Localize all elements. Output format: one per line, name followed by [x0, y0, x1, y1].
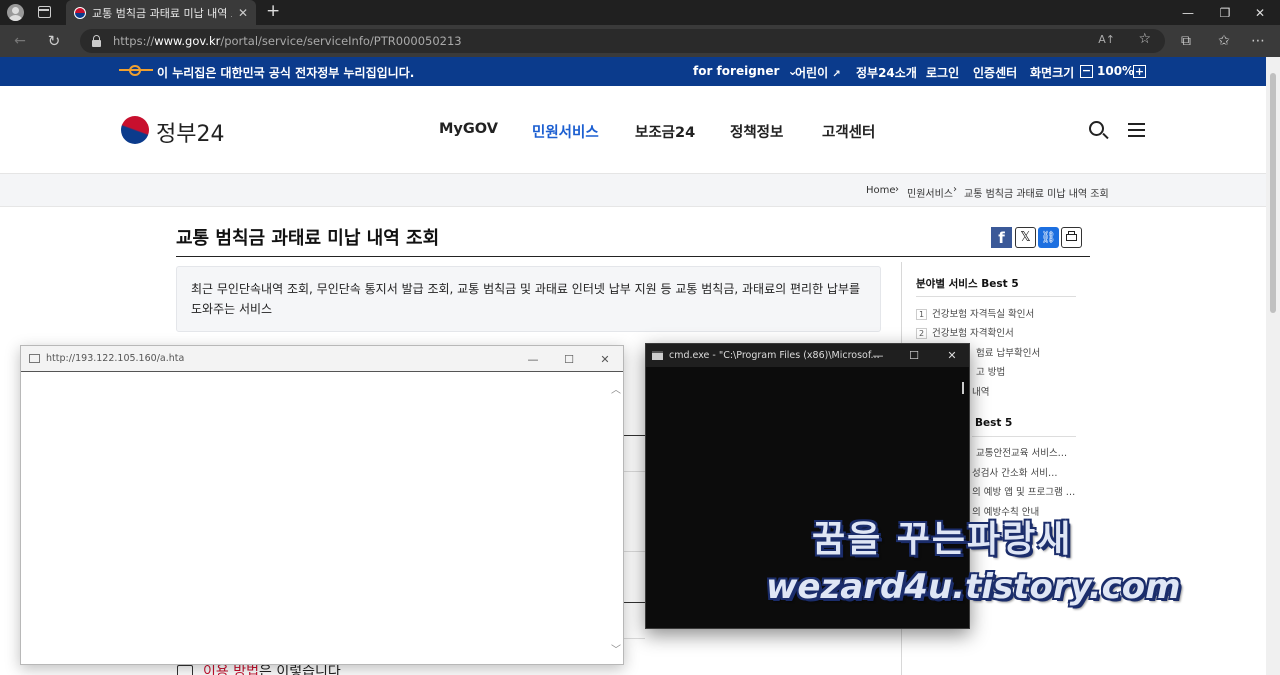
- browser-tab-bar: 교통 범칙금 과태료 미납 내역 조회 ✕ + — ❐ ✕: [0, 0, 1280, 25]
- sidebar-item[interactable]: 험료 납부확인서: [976, 345, 1040, 359]
- scroll-up-icon[interactable]: ︿: [611, 381, 621, 396]
- sidebar-item[interactable]: 성검사 간소화 서비…: [972, 465, 1057, 479]
- site-header: 정부24 MyGOV 민원서비스 보조금24 정책정보 고객센터: [0, 86, 1266, 174]
- favorites-icon[interactable]: ✩: [1210, 25, 1238, 57]
- menu-policy[interactable]: 정책정보: [730, 121, 783, 142]
- close-button[interactable]: ✕: [1240, 0, 1280, 25]
- service-summary: 최근 무인단속내역 조회, 무인단속 통지서 발급 조회, 교통 범칙금 및 과…: [176, 266, 881, 332]
- breadcrumb-home[interactable]: Home: [866, 185, 896, 196]
- tab-title: 교통 범칙금 과태료 미납 내역 조회: [92, 6, 232, 20]
- extensions-icon[interactable]: ⧉: [1172, 25, 1200, 57]
- sidebar-section-title: 분야별 서비스 Best 5: [916, 278, 1019, 290]
- read-aloud-icon[interactable]: A↑: [1098, 33, 1115, 46]
- external-link-icon: ↗: [832, 69, 841, 80]
- hta-app-icon: [29, 354, 40, 363]
- url-field[interactable]: https://www.gov.kr/portal/service/servic…: [80, 29, 1165, 53]
- egov-logo-icon: [119, 65, 153, 77]
- zoom-label: 화면크기: [1030, 66, 1075, 80]
- hta-maximize-button[interactable]: ☐: [551, 346, 587, 372]
- sidebar-divider: [916, 296, 1076, 297]
- sidebar-divider: [972, 436, 1076, 437]
- hta-window[interactable]: http://193.122.105.160/a.hta — ☐ ✕ ︿ ﹀: [20, 345, 624, 665]
- new-tab-button[interactable]: +: [266, 1, 280, 21]
- hamburger-menu-icon[interactable]: [1128, 123, 1145, 137]
- menu-civil-service[interactable]: 민원서비스: [532, 121, 599, 142]
- watermark-url: wezard4u.tistory.com: [766, 567, 1181, 607]
- page-title: 교통 범칙금 과태료 미납 내역 조회: [176, 228, 440, 249]
- kids-link[interactable]: 어린이 ↗: [795, 64, 841, 81]
- page-scrollbar[interactable]: [1266, 57, 1280, 675]
- cmd-app-icon: [652, 351, 663, 360]
- breadcrumb-civil-service[interactable]: 민원서비스: [907, 185, 953, 200]
- notice-text: 이 누리집은 대한민국 공식 전자정부 누리집입니다.: [157, 66, 415, 80]
- chevron-right-icon: ›: [953, 184, 957, 195]
- content-divider: [624, 471, 645, 472]
- zoom-out-button[interactable]: −: [1080, 65, 1093, 78]
- cmd-maximize-button[interactable]: ☐: [896, 344, 932, 367]
- tab-close-icon[interactable]: ✕: [238, 6, 248, 20]
- sidebar-item[interactable]: 교통안전교육 서비스…: [976, 445, 1067, 459]
- breadcrumb-current: 교통 범칙금 과태료 미납 내역 조회: [964, 189, 1109, 200]
- cmd-minimize-button[interactable]: —: [860, 344, 896, 367]
- cert-center-link[interactable]: 인증센터: [973, 64, 1017, 81]
- usage-link[interactable]: 이용 방법: [203, 664, 259, 675]
- sidebar-item[interactable]: 고 방법: [976, 364, 1005, 378]
- hta-close-button[interactable]: ✕: [587, 346, 623, 372]
- site-logo[interactable]: 정부24: [156, 116, 224, 148]
- content-divider: [624, 638, 645, 639]
- scroll-thumb[interactable]: [1270, 73, 1276, 313]
- minimize-button[interactable]: —: [1168, 0, 1208, 25]
- cmd-window-title: cmd.exe - "C:\Program Files (x86)\Micros…: [669, 350, 880, 361]
- facebook-share-icon[interactable]: f: [991, 227, 1012, 248]
- hta-title-bar[interactable]: http://193.122.105.160/a.hta — ☐ ✕: [21, 346, 623, 372]
- cmd-close-button[interactable]: ✕: [934, 344, 970, 367]
- hta-scrollbar[interactable]: ︿ ﹀: [609, 373, 623, 664]
- usage-rest: 은 이렇습니다: [258, 664, 341, 675]
- restore-button[interactable]: ❐: [1205, 0, 1245, 25]
- watermark-title: 꿈을 꾸는파랑새: [812, 519, 1073, 560]
- sidebar-item[interactable]: 내역: [972, 384, 989, 398]
- scroll-down-icon[interactable]: ﹀: [611, 641, 621, 656]
- menu-mygov[interactable]: MyGOV: [439, 121, 498, 137]
- favorite-star-icon[interactable]: ☆: [1138, 31, 1151, 47]
- print-icon[interactable]: [1061, 227, 1082, 248]
- cmd-cursor: [962, 382, 964, 394]
- hta-minimize-button[interactable]: —: [515, 346, 551, 372]
- gov24-intro-link[interactable]: 정부24소개: [856, 64, 917, 81]
- hta-window-title: http://193.122.105.160/a.hta: [46, 353, 185, 364]
- gov-favicon-icon: [74, 6, 86, 19]
- cmd-title-bar[interactable]: cmd.exe - "C:\Program Files (x86)\Micros…: [646, 344, 969, 367]
- zoom-value: 100%: [1097, 64, 1135, 78]
- reload-button[interactable]: ↻: [40, 25, 68, 57]
- gov-notice-bar: 이 누리집은 대한민국 공식 전자정부 누리집입니다. for foreigne…: [0, 57, 1266, 86]
- breadcrumb: Home › 민원서비스 › 교통 범칙금 과태료 미납 내역 조회: [0, 174, 1266, 207]
- browser-tab-active[interactable]: 교통 범칙금 과태료 미납 내역 조회 ✕: [66, 0, 256, 25]
- url-text: https://www.gov.kr/portal/service/servic…: [113, 34, 462, 48]
- sidebar-item[interactable]: 2 건강보험 자격확인서: [916, 325, 1014, 339]
- title-divider: [176, 256, 1090, 257]
- lock-icon: [92, 34, 101, 47]
- sidebar-item[interactable]: 의 예방 앱 및 프로그램 …: [972, 484, 1075, 498]
- more-menu-icon[interactable]: ⋯: [1244, 25, 1272, 57]
- menu-subsidy[interactable]: 보조금24: [635, 121, 695, 142]
- content-divider: [624, 435, 645, 436]
- search-icon[interactable]: [1089, 121, 1109, 140]
- content-divider: [624, 602, 645, 603]
- copy-link-icon[interactable]: ⛓: [1038, 227, 1059, 248]
- content-divider: [624, 551, 645, 552]
- x-share-icon[interactable]: 𝕏: [1015, 227, 1036, 248]
- taegeuk-logo-icon: [121, 116, 149, 144]
- sidebar-section-title: Best 5: [975, 417, 1013, 429]
- chevron-right-icon: ›: [895, 184, 899, 195]
- tab-actions-icon[interactable]: [38, 6, 51, 18]
- back-button[interactable]: ←: [6, 25, 34, 57]
- zoom-in-button[interactable]: +: [1133, 65, 1146, 78]
- foreigner-link[interactable]: for foreigner ⌄: [693, 64, 798, 78]
- menu-customer-center[interactable]: 고객센터: [822, 121, 875, 142]
- sidebar-item[interactable]: 1 건강보험 자격득실 확인서: [916, 306, 1034, 320]
- profile-avatar[interactable]: [7, 4, 24, 21]
- login-link[interactable]: 로그인: [926, 64, 959, 81]
- list-icon: [177, 665, 193, 675]
